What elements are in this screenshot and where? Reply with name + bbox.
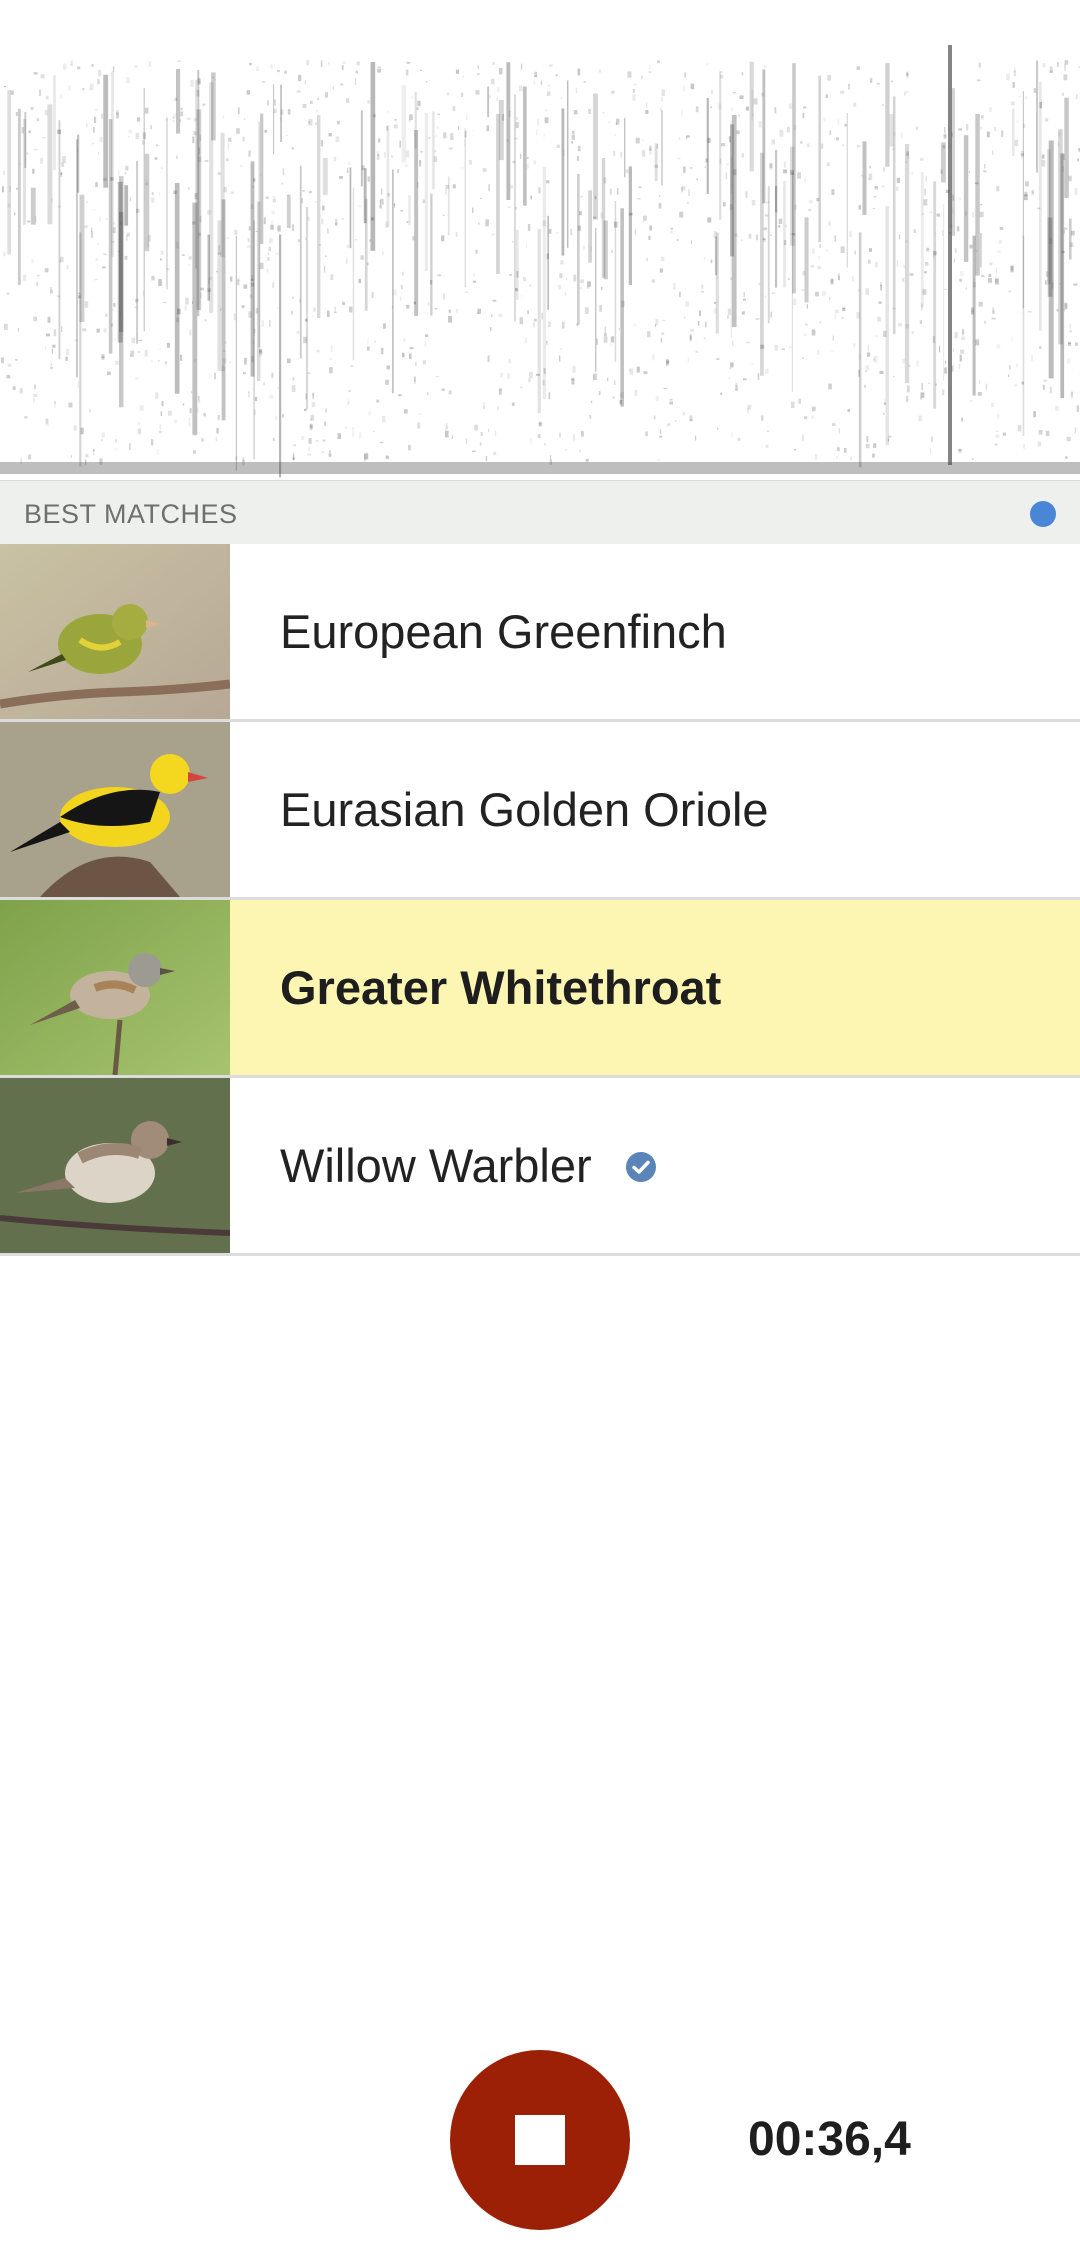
greater-whitethroat-thumbnail — [0, 900, 230, 1075]
best-matches-header: BEST MATCHES — [0, 480, 1080, 545]
verified-check-icon — [625, 1151, 656, 1182]
spectrogram-image — [0, 45, 1080, 478]
willow-warbler-thumbnail — [0, 1078, 230, 1253]
match-name-text: Eurasian Golden Oriole — [280, 783, 769, 836]
elapsed-time: 00:36,4 — [748, 2113, 911, 2166]
match-name-text: Greater Whitethroat — [280, 961, 722, 1014]
match-name: Greater Whitethroat — [280, 900, 721, 1075]
spectrogram — [0, 0, 1080, 480]
matches-list: European Greenfinch Eurasian Golden Orio… — [0, 544, 1080, 1256]
match-name-text: Willow Warbler — [280, 1139, 592, 1192]
match-name: Eurasian Golden Oriole — [280, 722, 769, 897]
eurasian-golden-oriole-thumbnail — [0, 722, 230, 897]
match-row-eurasian-golden-oriole[interactable]: Eurasian Golden Oriole — [0, 722, 1080, 900]
match-row-european-greenfinch[interactable]: European Greenfinch — [0, 544, 1080, 722]
european-greenfinch-thumbnail — [0, 544, 230, 719]
stop-recording-button[interactable] — [450, 2050, 630, 2230]
match-row-greater-whitethroat[interactable]: Greater Whitethroat — [0, 900, 1080, 1078]
stop-icon — [515, 2115, 565, 2165]
match-name-text: European Greenfinch — [280, 605, 727, 658]
recorder-controls: 00:36,4 — [0, 2030, 1080, 2250]
match-name: Willow Warbler — [280, 1078, 657, 1253]
match-row-willow-warbler[interactable]: Willow Warbler — [0, 1078, 1080, 1256]
match-name: European Greenfinch — [280, 544, 727, 719]
status-dot-icon — [1030, 501, 1056, 527]
best-matches-title: BEST MATCHES — [24, 499, 238, 529]
